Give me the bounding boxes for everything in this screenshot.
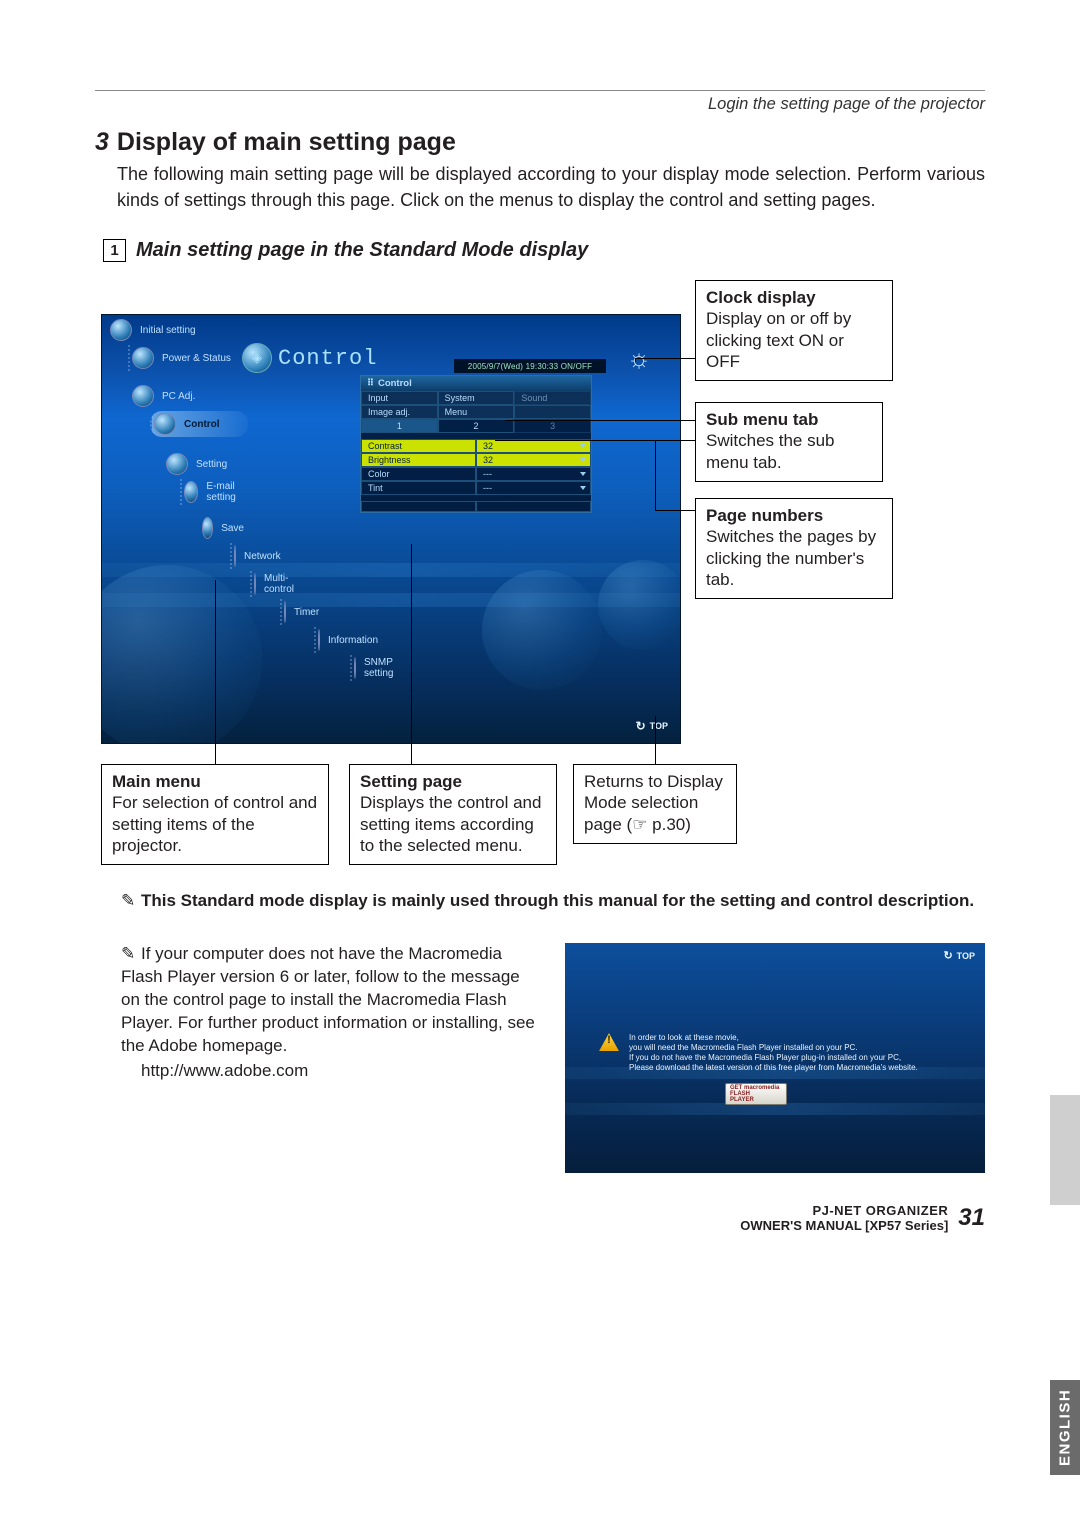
section-number: 3: [95, 128, 109, 157]
main-menu: Initial setting Power & Status PC Adj. C…: [108, 317, 248, 683]
pencil-icon: ✎: [121, 890, 141, 913]
side-tab-grey: [1050, 1095, 1080, 1205]
nav-information[interactable]: Information: [314, 627, 322, 653]
submenu-sound[interactable]: Sound: [514, 391, 591, 405]
page-number: 31: [958, 1204, 985, 1232]
page-tab-1[interactable]: 1: [361, 419, 438, 433]
panel-title: ⠿Control: [361, 376, 591, 391]
submenu-input[interactable]: Input: [361, 391, 438, 405]
running-header: Login the setting page of the projector: [95, 95, 985, 114]
adobe-url: http://www.adobe.com: [141, 1060, 541, 1083]
nav-power-status[interactable]: Power & Status: [128, 345, 248, 371]
nav-setting[interactable]: Setting: [164, 451, 248, 477]
note-flash-player: ✎If your computer does not have the Macr…: [95, 943, 541, 1083]
subsection-title: Main setting page in the Standard Mode d…: [136, 239, 588, 262]
submenu-menu[interactable]: Menu: [438, 405, 515, 419]
footer-manual: OWNER'S MANUAL [XP57 Series]: [740, 1218, 948, 1233]
header-rule: [95, 90, 985, 91]
callout-clock-display: Clock display Display on or off by click…: [695, 280, 893, 381]
nav-snmp[interactable]: SNMP setting: [350, 655, 358, 681]
brightness-label: Brightness: [361, 453, 476, 467]
get-flash-player-button[interactable]: GET macromedia FLASH PLAYER: [725, 1083, 787, 1105]
intro-paragraph: The following main setting page will be …: [117, 161, 985, 213]
section-title: Display of main setting page: [117, 128, 456, 157]
side-tab-english: ENGLISH: [1050, 1380, 1080, 1475]
setting-panel: ⠿Control Input System Sound Image adj. M…: [360, 375, 592, 513]
diagram: ◈ Control 2005/9/7(Wed) 19:30:33 ON/OFF …: [95, 280, 985, 860]
brightness-value[interactable]: 32: [476, 453, 591, 467]
page-header-title: Control: [278, 346, 377, 371]
decorative-orb: [482, 570, 602, 690]
callout-sub-menu-tab: Sub menu tab Switches the sub menu tab.: [695, 402, 883, 482]
tint-value[interactable]: ---: [476, 481, 591, 495]
nav-multicontrol[interactable]: Multi-control: [250, 571, 258, 597]
section-heading: 3 Display of main setting page: [95, 128, 985, 157]
note-standard-mode: ✎This Standard mode display is mainly us…: [121, 890, 981, 913]
callout-return-link: Returns to Display Mode selection page (…: [573, 764, 737, 844]
top-button[interactable]: TOP: [943, 949, 975, 962]
nav-timer[interactable]: Timer: [280, 599, 288, 625]
nav-pc-adj[interactable]: PC Adj.: [130, 383, 248, 409]
warning-text: In order to look at these movie, you wil…: [629, 1033, 918, 1073]
nav-initial-setting[interactable]: Initial setting: [108, 317, 248, 343]
submenu-system[interactable]: System: [438, 391, 515, 405]
submenu-imageadj[interactable]: Image adj.: [361, 405, 438, 419]
nav-control[interactable]: Control: [150, 411, 248, 437]
callout-page-numbers: Page numbers Switches the pages by click…: [695, 498, 893, 599]
page-header: ◈ Control: [242, 343, 377, 373]
subsection-heading: 1 Main setting page in the Standard Mode…: [103, 239, 985, 262]
flash-warning: In order to look at these movie, you wil…: [599, 1033, 951, 1073]
flash-warning-screenshot: TOP In order to look at these movie, you…: [565, 943, 985, 1173]
color-label: Color: [361, 467, 476, 481]
nav-network[interactable]: Network: [230, 543, 248, 569]
page-tab-2[interactable]: 2: [438, 419, 515, 433]
pencil-icon: ✎: [121, 943, 141, 966]
callout-main-menu: Main menu For selection of control and s…: [101, 764, 329, 865]
main-screenshot: ◈ Control 2005/9/7(Wed) 19:30:33 ON/OFF …: [101, 314, 681, 744]
warning-icon: [599, 1033, 619, 1051]
callout-setting-page: Setting page Displays the control and se…: [349, 764, 557, 865]
lower-section: ✎If your computer does not have the Macr…: [95, 943, 985, 1173]
subsection-number-box: 1: [103, 239, 126, 262]
contrast-label: Contrast: [361, 439, 476, 453]
color-value[interactable]: ---: [476, 467, 591, 481]
footer-product: PJ-NET ORGANIZER: [740, 1203, 948, 1218]
sun-icon: ☼: [620, 343, 658, 381]
page-footer: PJ-NET ORGANIZER OWNER'S MANUAL [XP57 Se…: [95, 1203, 985, 1233]
nav-email[interactable]: E-mail setting: [180, 479, 248, 505]
top-button[interactable]: TOP: [636, 719, 668, 733]
clock-strip[interactable]: 2005/9/7(Wed) 19:30:33 ON/OFF: [454, 359, 606, 373]
tint-label: Tint: [361, 481, 476, 495]
nav-save[interactable]: Save: [200, 515, 248, 541]
